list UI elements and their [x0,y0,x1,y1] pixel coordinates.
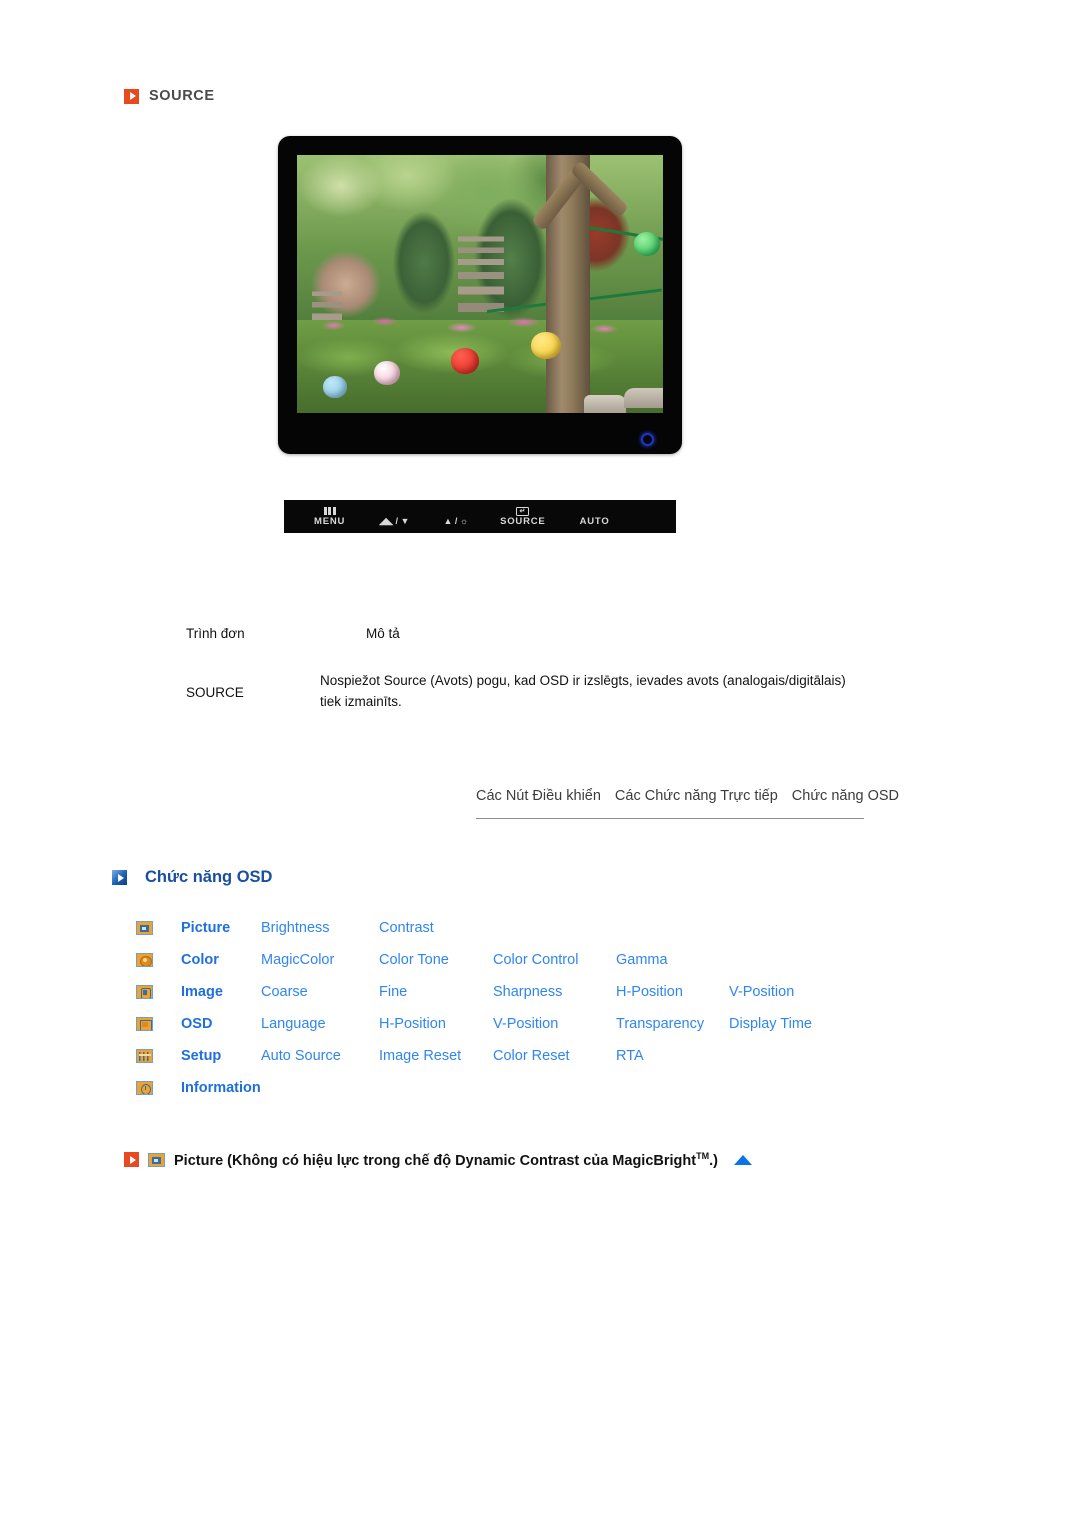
lantern-red [450,348,479,375]
osd-section-title: Chức năng OSD [145,868,273,886]
auto-button[interactable]: AUTO [580,507,610,527]
orange-play-icon [124,1152,139,1168]
osd-functions-grid: Picture Brightness Contrast Color MagicC… [136,912,839,1104]
osd-item-language[interactable]: Language [261,1016,379,1032]
osd-row-information: Information [136,1072,839,1104]
menu-button[interactable]: MENU [314,507,345,527]
source-description-table: Trình đơn Mô tả SOURCE Nospiežot Source … [186,626,886,713]
orange-play-icon [124,88,139,104]
lcd-monitor-illustration [278,136,682,454]
osd-item-sharpness[interactable]: Sharpness [493,984,616,1000]
osd-category-information[interactable]: Information [181,1080,261,1096]
osd-item-auto-source[interactable]: Auto Source [261,1048,379,1064]
brightness-up-label: ▲ / ☼ [443,515,469,526]
lantern-blue [322,375,347,398]
color-icon [136,953,153,967]
osd-item-coarse[interactable]: Coarse [261,984,379,1000]
osd-row-setup: Setup Auto Source Image Reset Color Rese… [136,1040,839,1072]
osd-item-rta[interactable]: RTA [616,1048,729,1064]
source-button[interactable]: ↵ SOURCE [500,506,546,527]
picture-icon [136,921,153,935]
osd-item-color-reset[interactable]: Color Reset [493,1048,616,1064]
lantern-yellow [531,331,562,359]
trademark-symbol: TM [696,1151,710,1161]
osd-item-transparency[interactable]: Transparency [616,1016,729,1032]
nav-link-osd-functions[interactable]: Chức năng OSD [792,788,899,804]
source-section-title: SOURCE [149,88,215,104]
return-enter-icon: ↵ [516,506,530,516]
garden-scene-image [297,155,663,413]
osd-category-color[interactable]: Color [181,952,261,968]
osd-category-setup[interactable]: Setup [181,1048,261,1064]
cell-menu-name: SOURCE [186,685,244,700]
blue-up-triangle-icon[interactable] [733,1154,752,1165]
osd-item-display-time[interactable]: Display Time [729,1016,839,1032]
osd-item-brightness[interactable]: Brightness [261,920,379,936]
osd-item-v-position[interactable]: V-Position [493,1016,616,1032]
osd-item-gamma[interactable]: Gamma [616,952,729,968]
brightness-up-button[interactable]: ▲ / ☼ [443,507,468,526]
nav-link-control-buttons[interactable]: Các Nút Điều khiển [476,788,601,804]
osd-item-fine[interactable]: Fine [379,984,493,1000]
information-icon [136,1081,153,1095]
monitor-control-bar: MENU ◢◣ / ▼ ▲ / ☼ ↵ SOURCE AUTO [284,500,676,533]
power-led-indicator [641,433,654,446]
blue-play-icon [112,870,127,885]
picture-subsection-heading: Picture (Không có hiệu lực trong chế độ … [124,1151,752,1169]
monitor-screen [297,155,663,413]
osd-item-h-position[interactable]: H-Position [616,984,729,1000]
osd-row-picture: Picture Brightness Contrast [136,912,839,944]
setup-icon [136,1049,153,1063]
manual-page: SOURCE MENU ◢◣ / ▼ ▲ / ☼ ↵ SOURCE AUTO T… [0,0,1080,1528]
source-button-label: SOURCE [500,515,546,527]
osd-item-image-reset[interactable]: Image Reset [379,1048,493,1064]
osd-item-magiccolor[interactable]: MagicColor [261,952,379,968]
osd-section-heading: Chức năng OSD [112,868,272,887]
nav-divider [476,818,864,819]
lantern-green [633,232,660,257]
column-header-description: Mô tả [366,626,400,641]
brightness-down-label: ◢◣ / ▼ [379,515,410,526]
breadcrumb: Các Nút Điều khiển Các Chức năng Trực ti… [476,788,899,804]
osd-item-v-position[interactable]: V-Position [729,984,839,1000]
osd-row-color: Color MagicColor Color Tone Color Contro… [136,944,839,976]
picture-icon [148,1152,165,1167]
osd-row-osd: OSD Language H-Position V-Position Trans… [136,1008,839,1040]
menu-grid-icon [323,507,336,516]
table-row: SOURCE Nospiežot Source (Avots) pogu, ka… [186,671,886,713]
nav-link-direct-functions[interactable]: Các Chức năng Trực tiếp [615,788,778,804]
lantern-pink [373,360,400,385]
picture-title-text-before: Picture (Không có hiệu lực trong chế độ … [174,1152,697,1169]
osd-item-h-position[interactable]: H-Position [379,1016,493,1032]
osd-row-image: Image Coarse Fine Sharpness H-Position V… [136,976,839,1008]
osd-item-contrast[interactable]: Contrast [379,920,493,936]
cell-menu-description: Nospiežot Source (Avots) pogu, kad OSD i… [320,673,846,709]
table-header-row: Trình đơn Mô tả [186,626,886,641]
osd-icon [136,1017,153,1031]
source-section-heading: SOURCE [124,88,215,104]
auto-button-label: AUTO [579,515,610,527]
column-header-menu: Trình đơn [186,626,245,641]
image-icon [136,985,153,999]
picture-subsection-title: Picture (Không có hiệu lực trong chế độ … [174,1151,718,1169]
picture-title-text-after: .) [709,1152,718,1169]
osd-category-image[interactable]: Image [181,984,261,1000]
osd-item-color-tone[interactable]: Color Tone [379,952,493,968]
osd-category-osd[interactable]: OSD [181,1016,261,1032]
osd-item-color-control[interactable]: Color Control [493,952,616,968]
osd-category-picture[interactable]: Picture [181,920,261,936]
menu-button-label: MENU [314,515,346,527]
brightness-down-button[interactable]: ◢◣ / ▼ [379,507,409,526]
